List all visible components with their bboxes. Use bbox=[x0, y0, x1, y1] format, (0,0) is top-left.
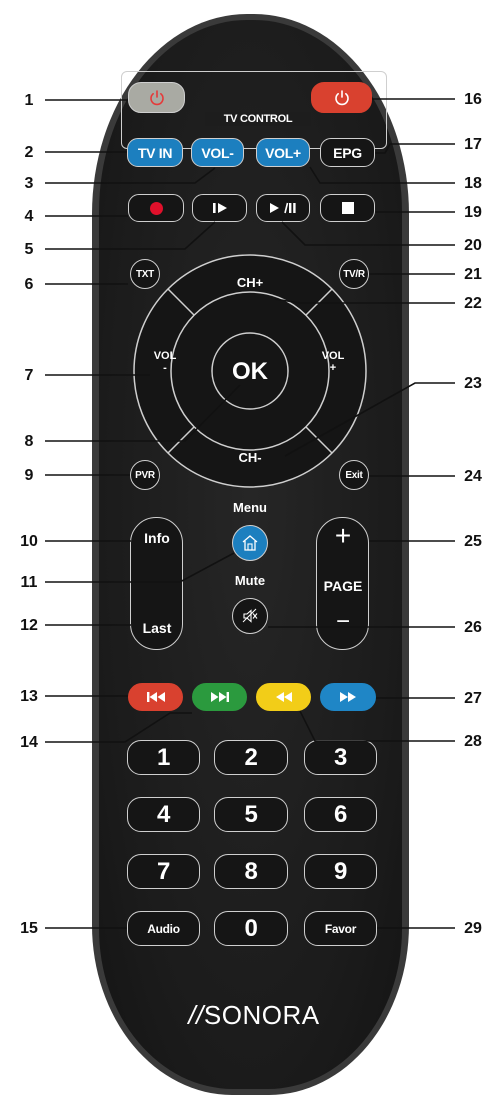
callout-29: 29 bbox=[464, 920, 482, 937]
callout-21: 21 bbox=[464, 266, 482, 283]
callout-18: 18 bbox=[464, 175, 482, 192]
callout-28: 28 bbox=[464, 733, 482, 750]
callout-11: 11 bbox=[20, 574, 38, 591]
callout-8: 8 bbox=[24, 433, 34, 450]
callout-17: 17 bbox=[464, 136, 482, 153]
callout-4: 4 bbox=[24, 208, 34, 225]
callout-27: 27 bbox=[464, 690, 482, 707]
callout-2: 2 bbox=[24, 144, 34, 161]
callout-14: 14 bbox=[20, 734, 38, 751]
callout-25: 25 bbox=[464, 533, 482, 550]
callout-12: 12 bbox=[20, 617, 38, 634]
callout-16: 16 bbox=[464, 91, 482, 108]
callout-23: 23 bbox=[464, 375, 482, 392]
callout-15: 15 bbox=[20, 920, 38, 937]
callout-10: 10 bbox=[20, 533, 38, 550]
callout-5: 5 bbox=[24, 241, 34, 258]
callout-24: 24 bbox=[464, 468, 482, 485]
callout-3: 3 bbox=[24, 175, 34, 192]
callout-26: 26 bbox=[464, 619, 482, 636]
callout-7: 7 bbox=[24, 367, 34, 384]
remote-diagram: TV CONTROL TV IN VOL- VOL+ EPG TXT TV/R … bbox=[0, 0, 498, 1105]
callout-20: 20 bbox=[464, 237, 482, 254]
callout-13: 13 bbox=[20, 688, 38, 705]
callout-22: 22 bbox=[464, 295, 482, 312]
callout-9: 9 bbox=[24, 467, 34, 484]
callout-19: 19 bbox=[464, 204, 482, 221]
callout-1: 1 bbox=[24, 92, 34, 109]
callout-6: 6 bbox=[24, 276, 34, 293]
callout-lines bbox=[45, 98, 455, 929]
